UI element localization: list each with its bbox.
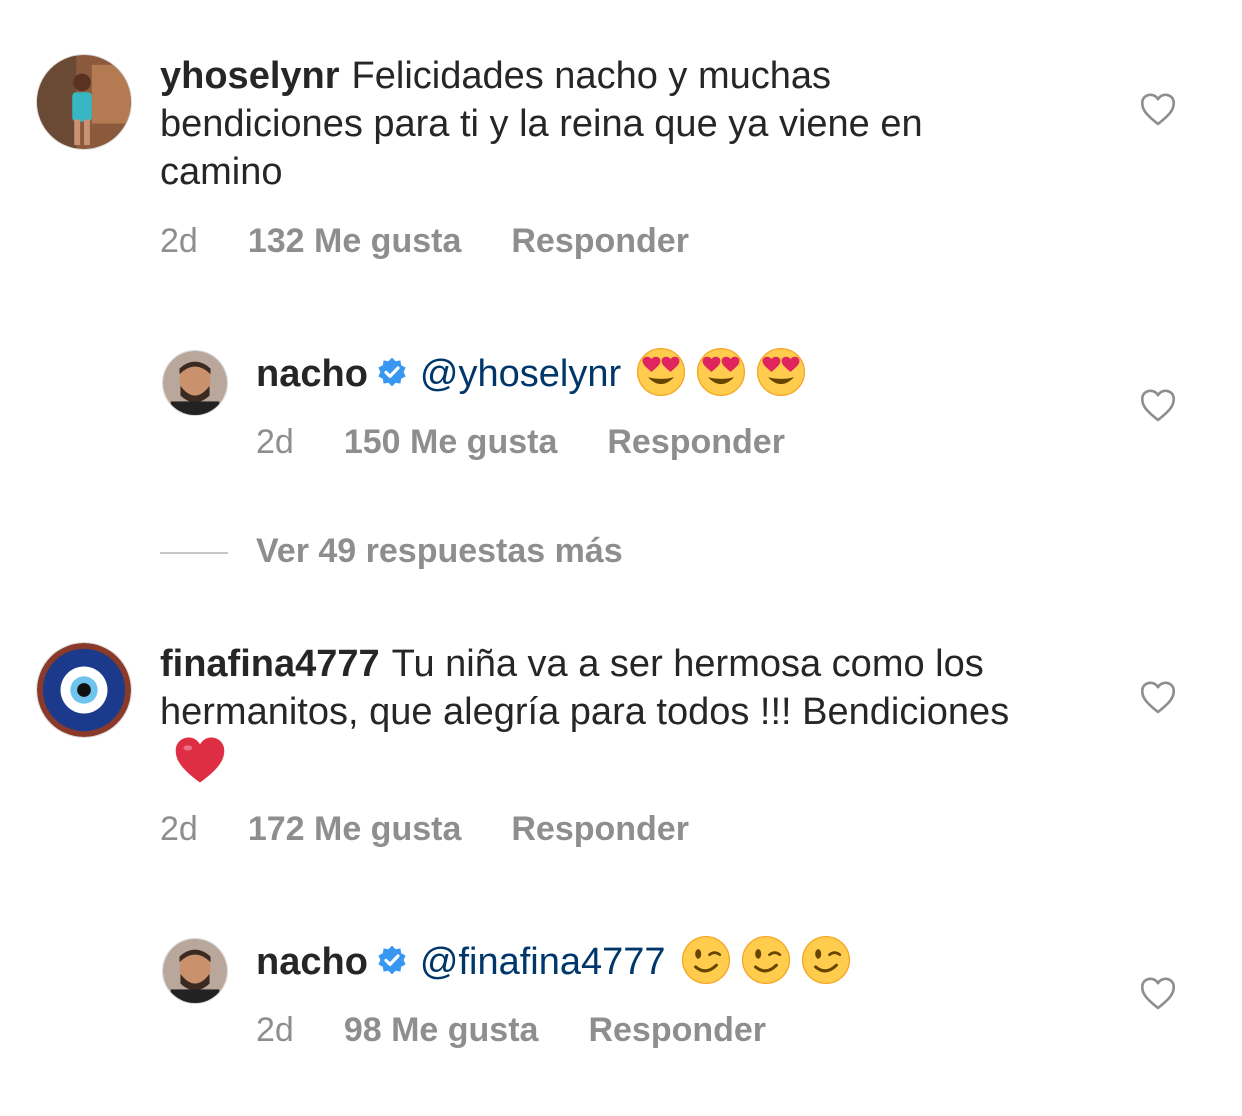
reply-button[interactable]: Responder [588,1011,766,1049]
verified-badge-icon [376,944,408,976]
comment-meta: 2d 172 Me gusta Responder [160,810,739,849]
mention-link[interactable]: @yhoselynr [420,353,621,395]
view-more-replies-label[interactable]: Ver 49 respuestas más [256,532,623,571]
wink-emoji-icon [740,934,792,986]
avatar[interactable] [162,350,228,416]
likes-count[interactable]: 150 Me gusta [344,423,558,461]
avatar[interactable] [36,642,132,738]
heart-eyes-emoji-icon [695,346,747,398]
comment-text: yhoselynr Felicidades nacho y muchas bend… [160,52,1040,196]
comment-text: nacho @finafina4777 [256,938,1116,990]
red-heart-emoji-icon [174,734,226,786]
heart-icon[interactable] [1140,976,1176,1010]
comment-time: 2d [256,423,294,461]
profile-photo-icon [163,351,227,415]
comment-meta: 2d 98 Me gusta Responder [256,1011,816,1050]
comment-username[interactable]: nacho [256,353,368,395]
comment-text: finafina4777 Tu niña va a ser hermosa com… [160,640,1040,788]
heart-eyes-emoji-icon [755,346,807,398]
reply-button[interactable]: Responder [511,810,689,848]
reply-button[interactable]: Responder [511,222,689,260]
comment-text: nacho @yhoselynr [256,350,1116,402]
reply-button[interactable]: Responder [607,423,785,461]
likes-count[interactable]: 172 Me gusta [248,810,462,848]
avatar[interactable] [162,938,228,1004]
likes-count[interactable]: 132 Me gusta [248,222,462,260]
heart-icon[interactable] [1140,388,1176,422]
profile-photo-icon [37,55,131,149]
mention-link[interactable]: @finafina4777 [420,941,666,983]
wink-emoji-icon [680,934,732,986]
comment-username[interactable]: yhoselynr [160,55,340,97]
evil-eye-icon [37,643,131,737]
verified-badge-icon [376,356,408,388]
comment-username[interactable]: nacho [256,941,368,983]
comment-time: 2d [256,1011,294,1049]
comment-meta: 2d 132 Me gusta Responder [160,222,739,261]
divider-line [160,552,228,554]
comment-time: 2d [160,810,198,848]
heart-icon[interactable] [1140,92,1176,126]
likes-count[interactable]: 98 Me gusta [344,1011,539,1049]
wink-emoji-icon [800,934,852,986]
heart-eyes-emoji-icon [635,346,687,398]
comment-time: 2d [160,222,198,260]
avatar[interactable] [36,54,132,150]
comment-username[interactable]: finafina4777 [160,643,380,685]
heart-icon[interactable] [1140,680,1176,714]
profile-photo-icon [163,939,227,1003]
comment-meta: 2d 150 Me gusta Responder [256,423,835,462]
